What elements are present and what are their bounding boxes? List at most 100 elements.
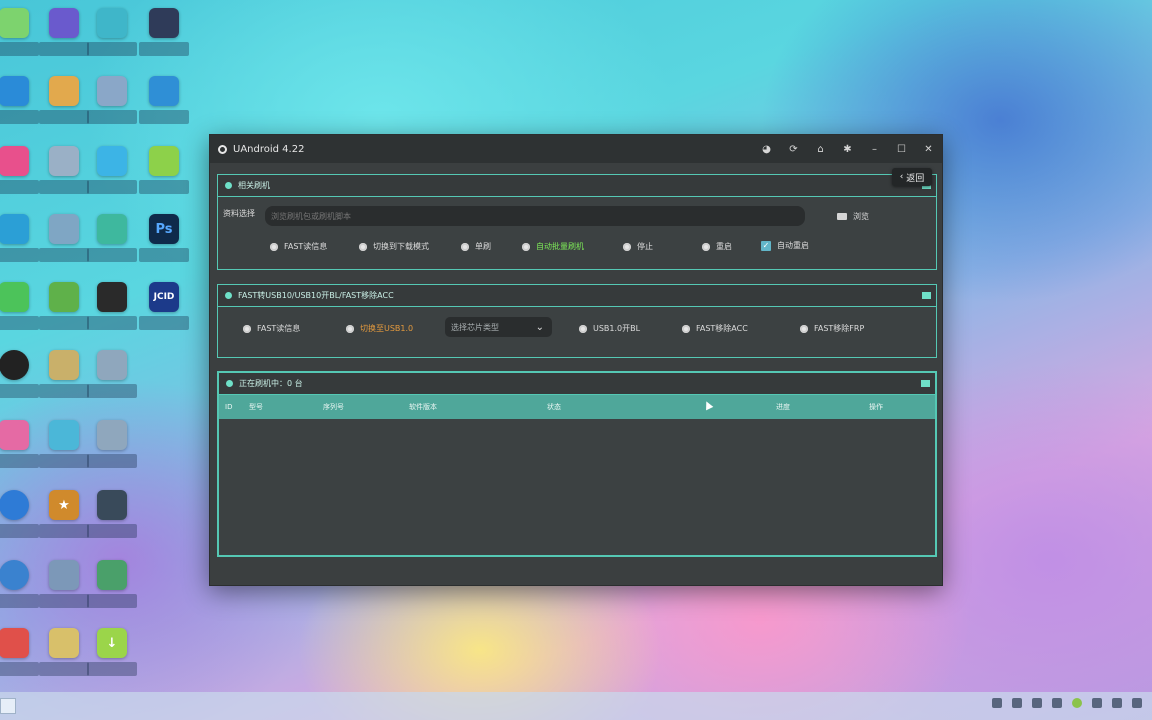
desktop-icon[interactable]: ↓ [86, 628, 138, 676]
app-icon [149, 8, 179, 38]
desktop-icon[interactable] [86, 420, 138, 468]
column-header-model: 型号 [249, 403, 263, 411]
desktop-icon[interactable] [86, 282, 138, 330]
app-icon [49, 214, 79, 244]
volume-icon[interactable] [1112, 698, 1122, 708]
desktop-icon[interactable]: JCID [138, 282, 190, 330]
radio-icon [579, 324, 587, 333]
desktop-icon[interactable] [86, 350, 138, 398]
radio-fast-read-info[interactable]: FAST读信息 [270, 241, 327, 252]
refresh-icon[interactable]: ⟳ [780, 135, 807, 163]
radio-label: 切换至USB1.0 [360, 324, 414, 333]
app-icon [97, 282, 127, 312]
radio-fast-remove-acc[interactable]: FAST移除ACC [682, 323, 748, 334]
app-icon [49, 420, 79, 450]
maximize-icon[interactable]: ☐ [888, 135, 915, 163]
radio-label: 重启 [716, 242, 732, 251]
photoshop-icon: Ps [149, 214, 179, 244]
start-button[interactable] [0, 698, 16, 714]
fast-usb-panel: FAST转USB10/USB10开BL/FAST移除ACC FAST读信息 切换… [217, 284, 937, 358]
back-button[interactable]: ‹ 返回 [892, 168, 932, 186]
desktop-icon-caption [39, 248, 89, 262]
desktop-icon[interactable] [138, 146, 190, 194]
notification-icon[interactable] [1132, 698, 1142, 708]
desktop-icon[interactable] [0, 76, 40, 124]
collapse-icon[interactable] [921, 380, 930, 387]
theme-icon[interactable]: ◕ [753, 135, 780, 163]
radio-fast-read-info-2[interactable]: FAST读信息 [243, 323, 300, 334]
desktop-icon[interactable] [138, 76, 190, 124]
flash-file-input[interactable] [265, 206, 805, 226]
radio-label: FAST读信息 [284, 242, 328, 251]
gear-icon[interactable]: ✱ [834, 135, 861, 163]
minimize-icon[interactable]: – [861, 135, 888, 163]
desktop-icon-caption [39, 110, 89, 124]
desktop-icon-caption [139, 316, 189, 330]
desktop-icon[interactable] [38, 76, 90, 124]
tray-app-icon[interactable] [1012, 698, 1022, 708]
desktop-icon[interactable] [0, 350, 40, 398]
close-icon[interactable]: ✕ [915, 135, 942, 163]
radio-stop[interactable]: 停止 [623, 241, 653, 252]
desktop-icon[interactable] [38, 560, 90, 608]
desktop-icon[interactable] [38, 628, 90, 676]
desktop-icon[interactable] [0, 8, 40, 56]
desktop-icon[interactable] [0, 282, 40, 330]
desktop-icon[interactable] [86, 76, 138, 124]
tray-app-icon[interactable] [1032, 698, 1042, 708]
chip-type-select[interactable]: 选择芯片类型 ⌄ [445, 317, 552, 337]
radio-label: 单刷 [475, 242, 491, 251]
radio-icon [270, 242, 278, 251]
desktop-icon[interactable] [38, 350, 90, 398]
app-icon [97, 214, 127, 244]
desktop-icon[interactable] [38, 146, 90, 194]
desktop-icon[interactable] [86, 8, 138, 56]
chevron-down-icon: ⌄ [535, 321, 544, 333]
radio-single-flash[interactable]: 单刷 [461, 241, 491, 252]
desktop-icon-caption [0, 248, 39, 262]
desktop-icon-caption [87, 42, 137, 56]
desktop-icon-caption [139, 110, 189, 124]
tray-app-icon[interactable] [1052, 698, 1062, 708]
desktop-icon[interactable] [86, 214, 138, 262]
desktop-icon[interactable] [38, 8, 90, 56]
desktop-icon[interactable] [0, 560, 40, 608]
radio-switch-download-mode[interactable]: 切换到下载模式 [359, 241, 429, 252]
radio-usb10-unlock-bl[interactable]: USB1.0开BL [579, 323, 640, 334]
network-icon[interactable] [1092, 698, 1102, 708]
browse-button[interactable]: 浏览 [837, 211, 869, 222]
desktop-icon-caption [87, 110, 137, 124]
desktop-icon-caption [39, 454, 89, 468]
desktop-icon-caption [39, 662, 89, 676]
desktop-icon[interactable] [0, 214, 40, 262]
radio-restart[interactable]: 重启 [702, 241, 732, 252]
radio-auto-batch-flash[interactable]: 自动批量刷机 [522, 241, 584, 252]
auto-restart-checkbox[interactable]: ✓ 自动重启 [761, 240, 809, 251]
desktop-icon[interactable]: ★ [38, 490, 90, 538]
desktop-icon[interactable] [86, 560, 138, 608]
desktop-icon[interactable] [86, 146, 138, 194]
radio-switch-usb10[interactable]: 切换至USB1.0 [346, 323, 413, 334]
input-method-icon[interactable] [992, 698, 1002, 708]
home-icon[interactable]: ⌂ [807, 135, 834, 163]
desktop-icon[interactable] [38, 214, 90, 262]
column-header-status: 状态 [547, 403, 561, 411]
app-icon [0, 214, 29, 244]
desktop-icon[interactable] [0, 420, 40, 468]
column-header-serial: 序列号 [323, 403, 344, 411]
desktop-icon[interactable]: Ps [138, 214, 190, 262]
desktop-icon[interactable] [38, 282, 90, 330]
panel-title: FAST转USB10/USB10开BL/FAST移除ACC [238, 291, 394, 300]
tray-status-icon[interactable] [1072, 698, 1082, 708]
desktop-icon[interactable] [0, 628, 40, 676]
app-icon [49, 8, 79, 38]
radio-fast-remove-frp[interactable]: FAST移除FRP [800, 323, 864, 334]
desktop-icon[interactable] [0, 146, 40, 194]
collapse-icon[interactable] [922, 292, 931, 299]
app-icon [149, 146, 179, 176]
desktop-icon[interactable] [86, 490, 138, 538]
desktop-icon[interactable] [38, 420, 90, 468]
desktop-icon[interactable] [0, 490, 40, 538]
desktop-icon[interactable] [138, 8, 190, 56]
related-flash-panel: 相关刷机 资料选择 浏览 FAST读信息 切换到下载模式 单刷 自动批量刷机 停… [217, 174, 937, 270]
